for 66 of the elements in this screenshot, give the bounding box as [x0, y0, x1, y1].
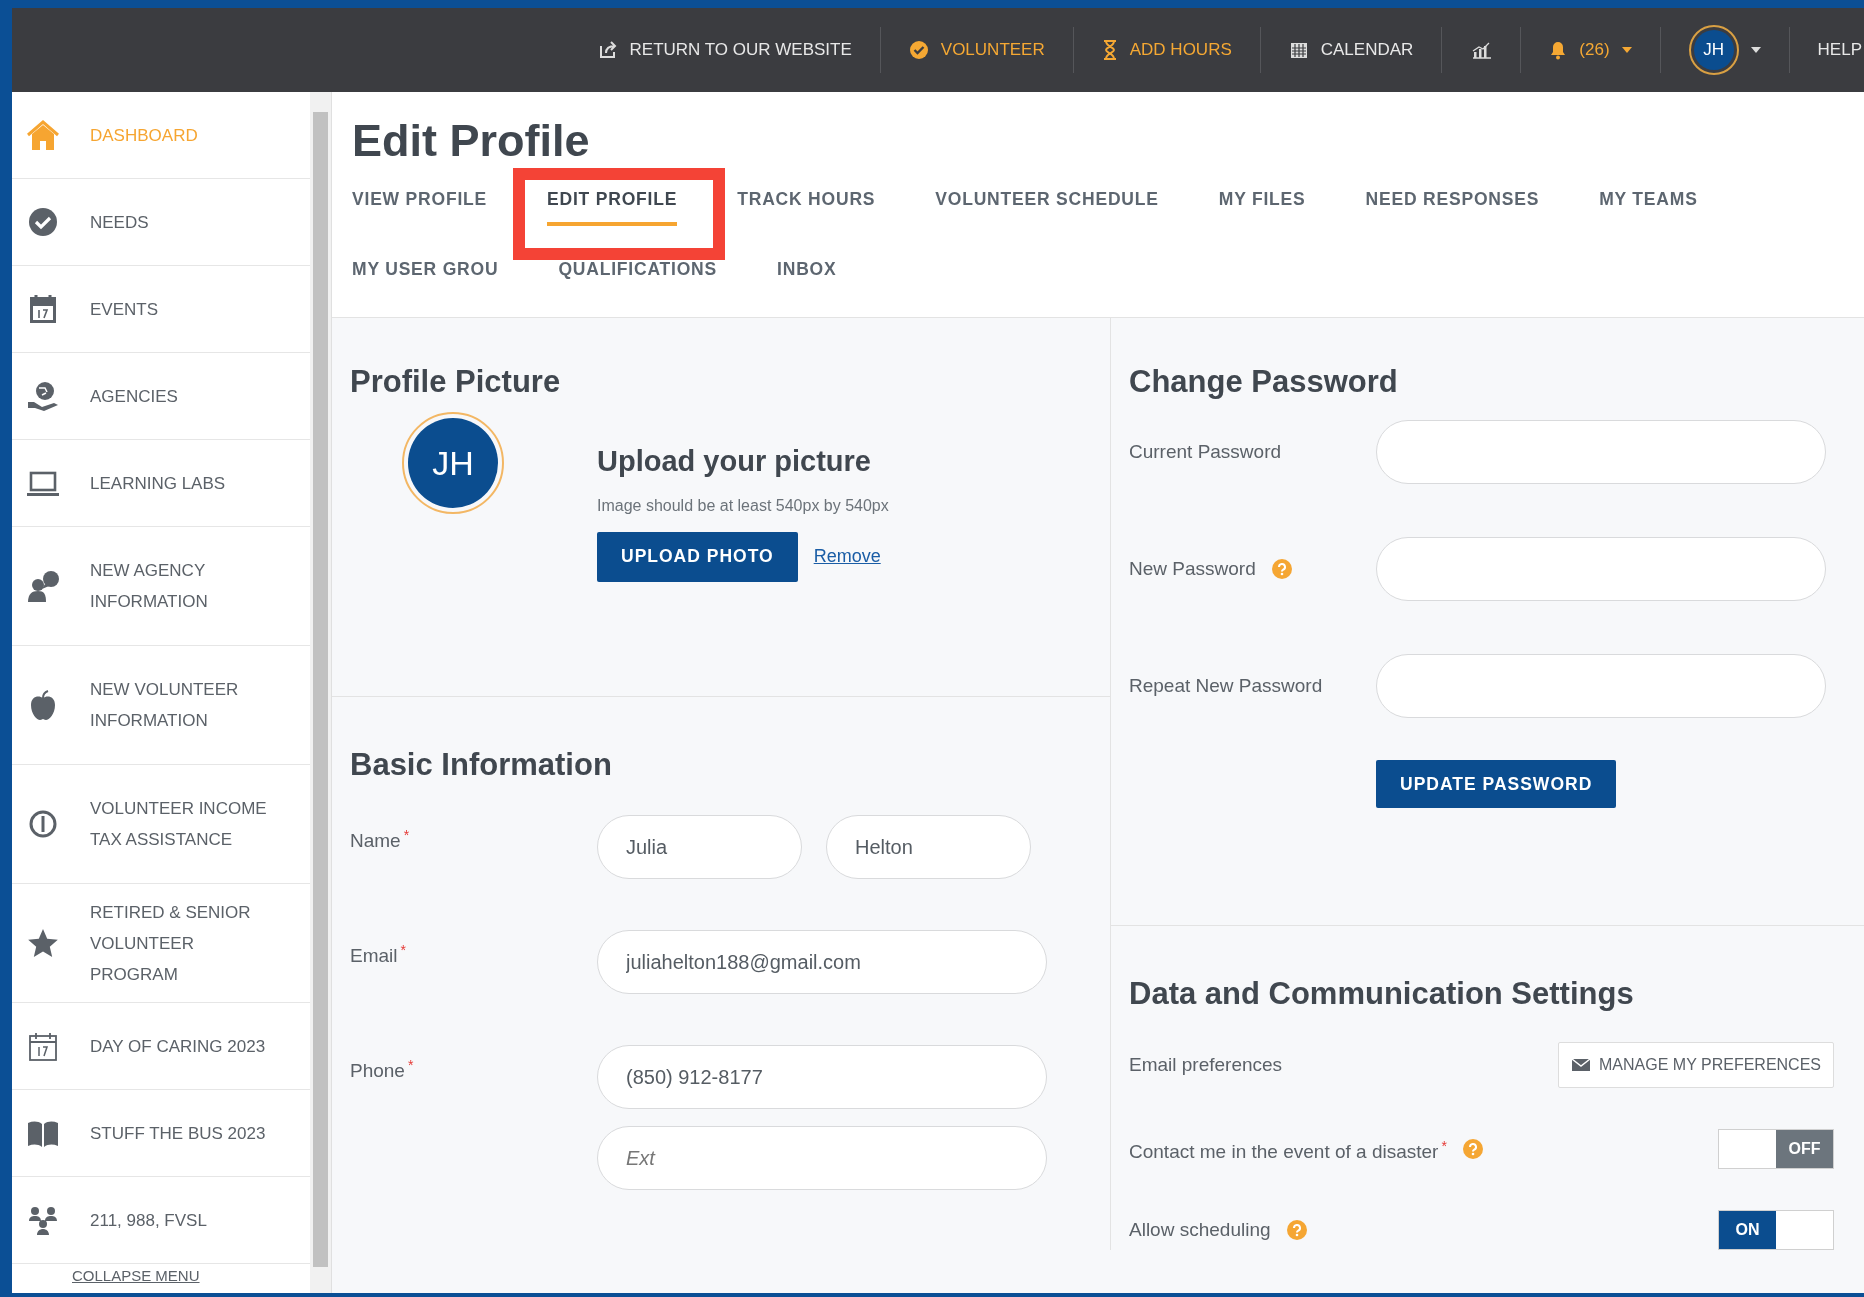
- bar-chart-icon: [1470, 40, 1493, 60]
- section-heading: Data and Communication Settings: [1129, 975, 1635, 1013]
- field-label: Email$^{*}$: [350, 941, 407, 969]
- profile-tab[interactable]: MY USER GROU: [352, 240, 499, 296]
- text-field[interactable]: juliahelton188@gmail.com: [597, 930, 1047, 994]
- collapse-menu-link[interactable]: COLLAPSE MENU: [12, 1264, 310, 1286]
- profile-tab[interactable]: INBOX: [777, 240, 837, 296]
- hourglass-icon: [1101, 40, 1118, 60]
- nav-link[interactable]: VOLUNTEER: [880, 27, 1074, 73]
- field-label: New Password: [1129, 557, 1256, 581]
- nav-link[interactable]: CALENDAR: [1260, 27, 1443, 73]
- calendar-icon: [1288, 40, 1309, 60]
- people-icon: [26, 1204, 60, 1236]
- profile-tab[interactable]: EDIT PROFILE: [547, 170, 678, 226]
- profile-tab[interactable]: TRACK HOURS: [737, 170, 876, 226]
- notifications-menu[interactable]: (26): [1521, 27, 1661, 73]
- caret-icon: [1750, 47, 1761, 53]
- update-password-button[interactable]: UPDATE PASSWORD: [1376, 760, 1617, 808]
- setting-label: Allow scheduling: [1129, 1218, 1271, 1243]
- page-title: Edit Profile: [352, 114, 591, 168]
- setting-label: Email preferences: [1129, 1053, 1283, 1077]
- text-field[interactable]: Helton: [826, 815, 1031, 879]
- nav-link[interactable]: RETURN TO OUR WEBSITE: [569, 27, 881, 73]
- check-circle-icon: [26, 206, 60, 238]
- toggle-switch[interactable]: ON: [1718, 1210, 1834, 1251]
- section-heading: Profile Picture: [350, 363, 562, 401]
- profile-tab[interactable]: MY FILES: [1218, 170, 1306, 226]
- sidebar-item[interactable]: NEEDS: [12, 179, 310, 266]
- nav-link[interactable]: HELP: [1789, 27, 1864, 73]
- setting-label: Contact me in the event of a disaster$^{*}$: [1129, 1137, 1447, 1165]
- field-label: Current Password: [1129, 440, 1282, 464]
- star-icon: [26, 927, 60, 959]
- check-circle-icon: [908, 40, 929, 60]
- remove-link[interactable]: Remove: [813, 543, 881, 570]
- field-label: Repeat New Password: [1129, 674, 1323, 698]
- profile-tab[interactable]: VOLUNTEER SCHEDULE: [935, 170, 1159, 226]
- person-speech-icon: [26, 570, 60, 602]
- manage-preferences-button[interactable]: MANAGE MY PREFERENCES: [1558, 1042, 1834, 1088]
- scrollbar-thumb[interactable]: [313, 112, 328, 1267]
- upload-heading: Upload your picture: [597, 444, 872, 479]
- house-icon: [26, 119, 60, 151]
- share-icon: [597, 40, 618, 60]
- section-heading: Change Password: [1129, 363, 1399, 401]
- toggle-switch[interactable]: OFF: [1718, 1129, 1834, 1170]
- field-label: Phone$^{*}$: [350, 1056, 415, 1084]
- upload-photo-button[interactable]: UPLOAD PHOTO: [597, 531, 798, 582]
- text-field[interactable]: (850) 912-8177: [597, 1045, 1047, 1109]
- caret-icon: [1621, 47, 1632, 53]
- section-heading: Basic Information: [350, 746, 613, 784]
- bell-icon: [1549, 40, 1568, 60]
- profile-tab[interactable]: QUALIFICATIONS: [558, 240, 718, 296]
- sidebar-item[interactable]: STUFF THE BUS 2023: [12, 1090, 310, 1177]
- profile-avatar: JH: [402, 412, 504, 514]
- sidebar-item[interactable]: EVENTS: [12, 266, 310, 353]
- calendar-icon: [26, 1030, 60, 1062]
- text-field[interactable]: Ext: [597, 1126, 1047, 1190]
- upload-hint: Image should be at least 540px by 540px: [597, 495, 889, 516]
- field-label: Name$^{*}$: [350, 826, 411, 854]
- scrollbar[interactable]: [310, 92, 332, 1293]
- profile-tab[interactable]: VIEW PROFILE: [352, 170, 488, 226]
- envelope-icon: [1571, 1057, 1592, 1073]
- profile-tab[interactable]: MY TEAMS: [1599, 170, 1698, 226]
- avatar[interactable]: JH: [1688, 25, 1739, 75]
- text-field[interactable]: Julia: [597, 815, 802, 879]
- profile-tab[interactable]: NEED RESPONSES: [1365, 170, 1540, 226]
- nav-link[interactable]: ADD HOURS: [1073, 27, 1261, 73]
